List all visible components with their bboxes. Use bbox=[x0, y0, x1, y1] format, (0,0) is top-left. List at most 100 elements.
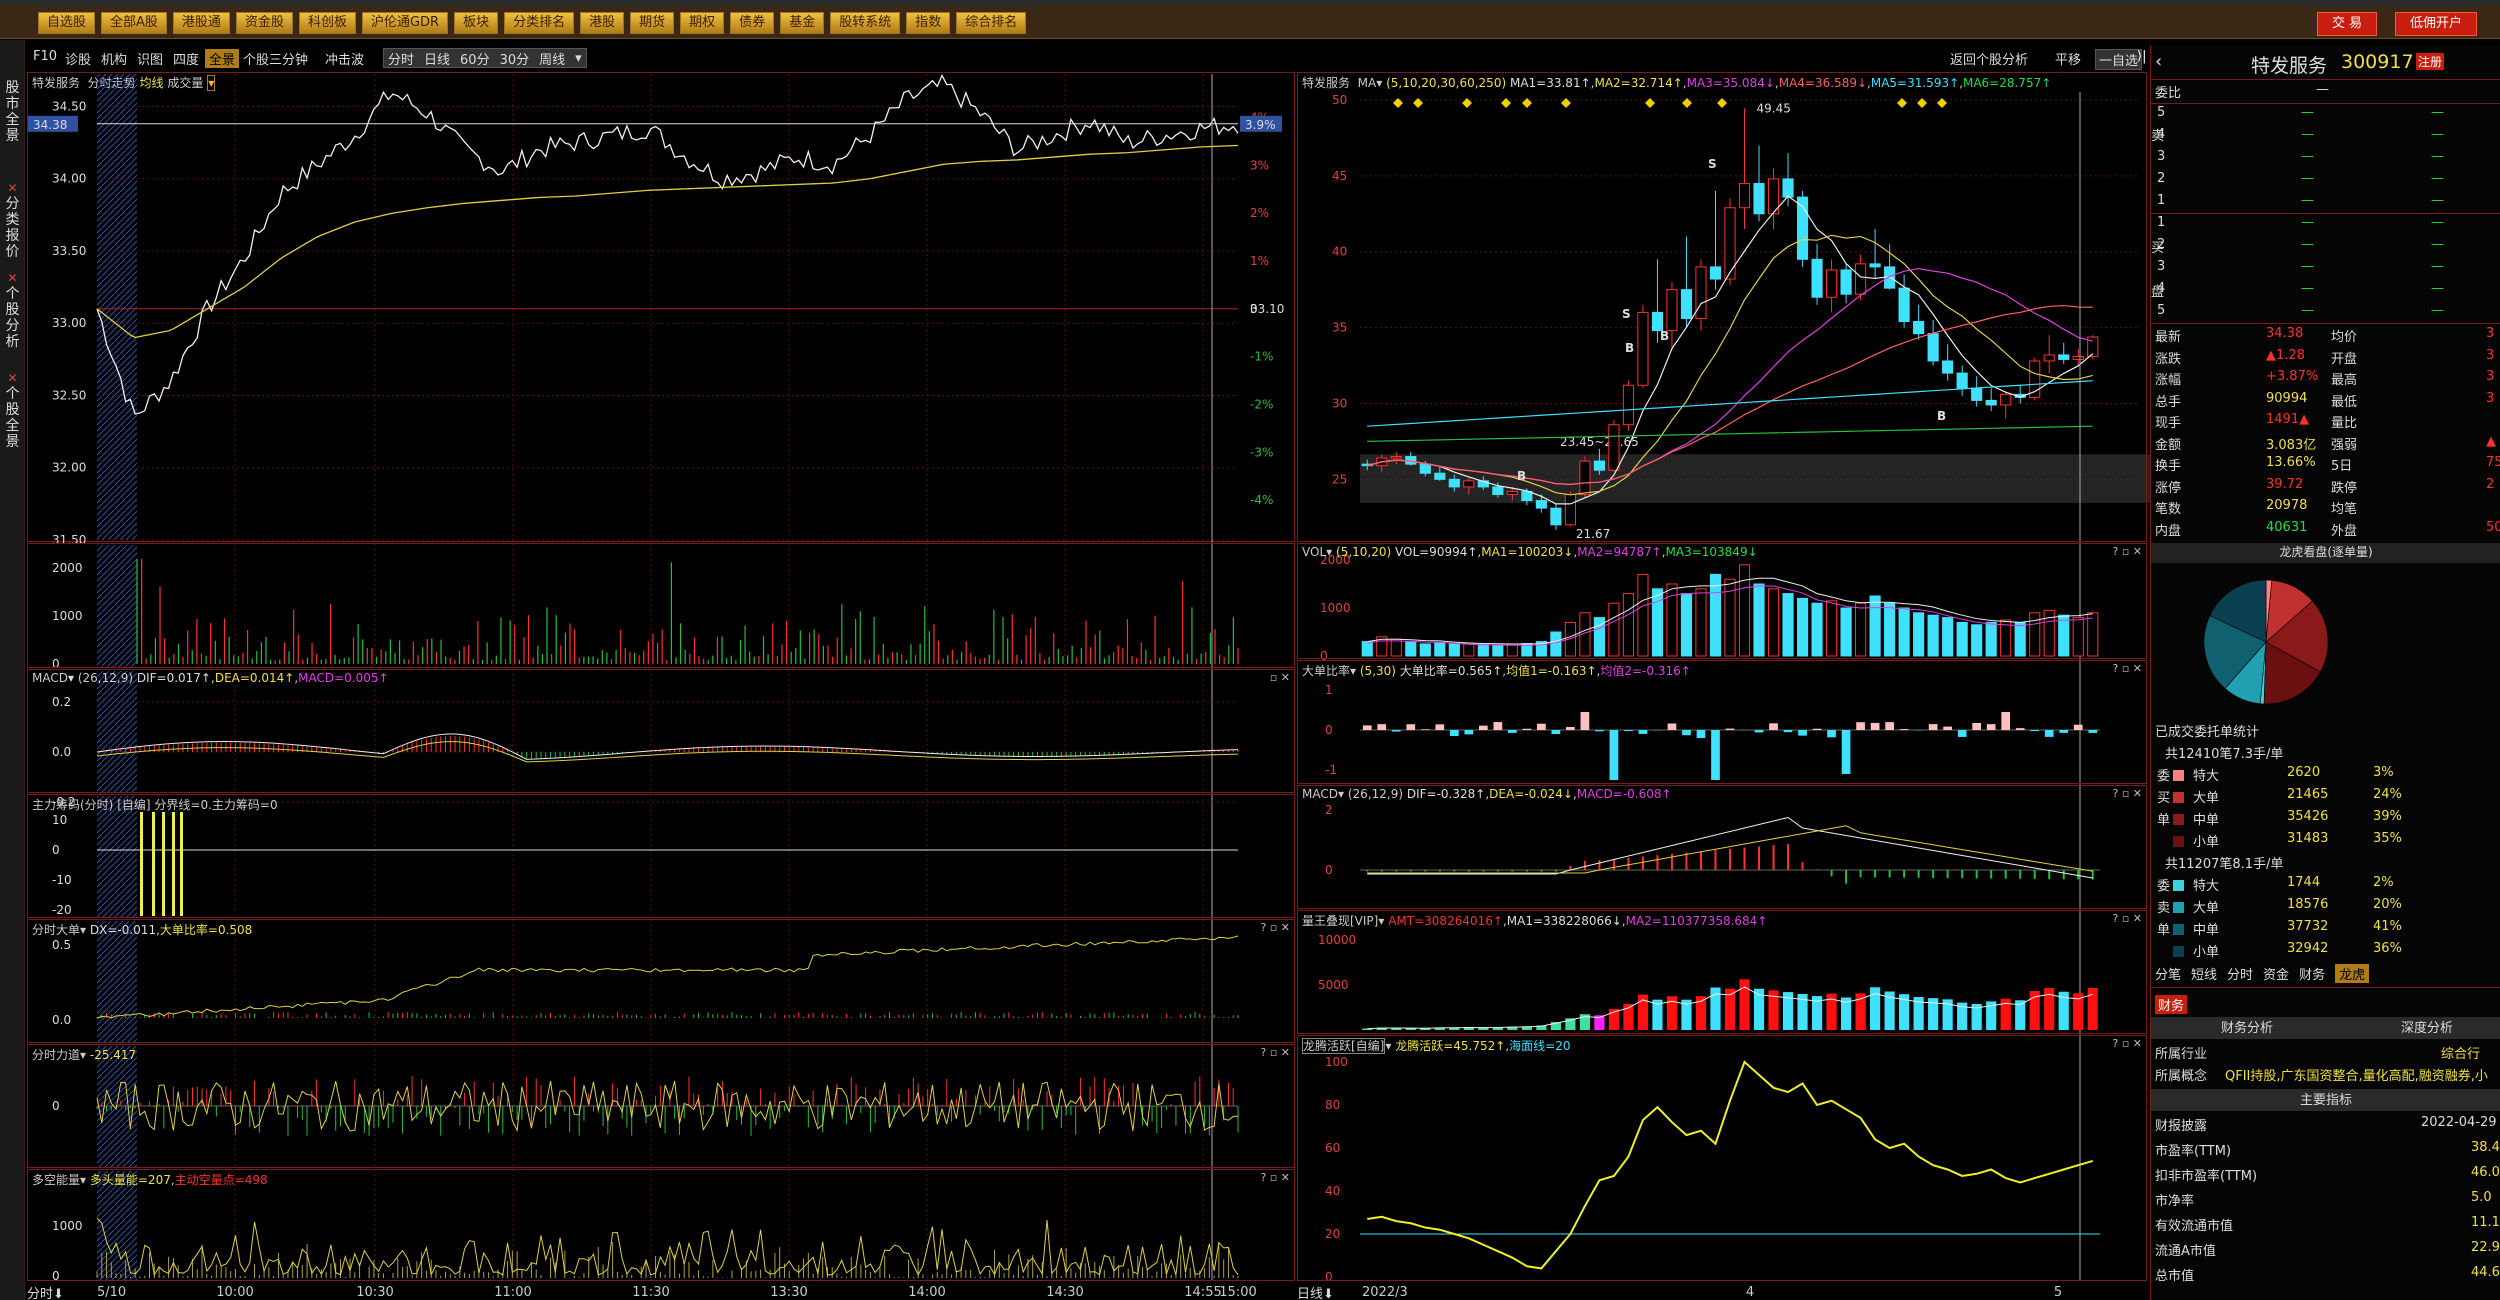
stat-label-2: 最高 bbox=[2331, 373, 2358, 388]
buy-stat-pct: 3% bbox=[2373, 765, 2394, 780]
sell-stat-side-char: 卖 bbox=[2157, 901, 2171, 916]
panel-window-controls[interactable]: ? ▫ ✕ bbox=[2112, 912, 2142, 925]
bigratio-avg2: 均值2=-0.316↑ bbox=[1600, 664, 1691, 678]
daily-macd-dea: DEA=-0.024↓ bbox=[1489, 787, 1573, 801]
ask-row-2: 3 — — bbox=[2151, 149, 2500, 171]
panel-window-controls[interactable]: ? ▫ ✕ bbox=[2112, 787, 2142, 800]
bid-side-label: 买 bbox=[2151, 237, 2171, 256]
commission-title: 已成交委托单统计 bbox=[2155, 725, 2260, 740]
stat-label: 涨停 bbox=[2155, 480, 2182, 496]
bigorder-ratio: 大单比率=0.508 bbox=[159, 923, 253, 937]
concept-label: 所属概念 bbox=[2155, 1069, 2208, 1084]
force-header: 分时力道▾ -25.417 bbox=[32, 1048, 137, 1062]
bid-price: — bbox=[2301, 237, 2314, 252]
panel-window-controls[interactable]: ? ▫ ✕ bbox=[1260, 1171, 1290, 1184]
daily-amt-panel: 量王叠现[VIP]▾ AMT=308264016↑,MA1=338228066↓… bbox=[1297, 910, 2147, 1034]
quote-tab-2[interactable]: 分时 bbox=[2227, 964, 2253, 983]
intraday-bigorder-panel: 分时大单▾ DX=-0.011,大单比率=0.508 ? ▫ ✕ bbox=[27, 919, 1295, 1043]
stat-value: 34.38 bbox=[2266, 326, 2304, 341]
finance-tab[interactable]: 财务 bbox=[2155, 995, 2188, 1014]
ask-volume: — bbox=[2431, 105, 2444, 120]
time-label-2: 10:30 bbox=[356, 1285, 393, 1300]
stat-label: 总手 bbox=[2155, 394, 2182, 410]
main-index-title: 主要指标 bbox=[2299, 1093, 2352, 1108]
ma6-value: MA6=28.757↑ bbox=[1962, 76, 2052, 90]
y-right-tick-7: -2% bbox=[1250, 397, 1273, 411]
buy-total-row: 共12410笔7.3手/单 bbox=[2151, 743, 2500, 765]
bigratio-name: 大单比率 bbox=[1302, 664, 1351, 678]
sell-stat-pct: 36% bbox=[2373, 941, 2402, 956]
time-label-8: 14:55 bbox=[1184, 1285, 1221, 1300]
sell-stat-size: 小单 bbox=[2193, 945, 2220, 960]
stat-row-8: 笔数 20978 均笔 bbox=[2151, 498, 2500, 520]
date-label-1: 4 bbox=[1746, 1285, 1754, 1300]
sell-total-row: 共11207笔8.1手/单 bbox=[2151, 853, 2500, 875]
quote-tab-0[interactable]: 分笔 bbox=[2155, 964, 2181, 983]
ma-params: (5,10,20,30,60,250) bbox=[1386, 76, 1507, 90]
stat-label-2: 最低 bbox=[2331, 394, 2358, 410]
finance-subtabs: 财务分析 深度分析 bbox=[2151, 1017, 2500, 1039]
bid-volume: — bbox=[2431, 303, 2444, 318]
ma5-value: MA5=31.593↑ bbox=[1870, 76, 1960, 90]
quote-tab-4[interactable]: 财务 bbox=[2299, 964, 2325, 983]
date-label-2: 5 bbox=[2054, 1285, 2062, 1300]
panel-window-controls[interactable]: ? ▫ ✕ bbox=[2112, 662, 2142, 675]
stat-label: 内盘 bbox=[2155, 523, 2182, 539]
quote-tab-1[interactable]: 短线 bbox=[2191, 964, 2217, 983]
buy-stat-legend-swatch bbox=[2173, 836, 2184, 847]
fin-row-3: 市净率 5.0 bbox=[2151, 1190, 2500, 1212]
stat-row-4: 现手 1491▲ 量比 bbox=[2151, 412, 2500, 434]
registration-badge: 注册 bbox=[2416, 53, 2445, 70]
fin-label: 流通A市值 bbox=[2155, 1244, 2216, 1259]
panel-window-controls[interactable]: ? ▫ ✕ bbox=[1260, 1046, 1290, 1059]
panel-window-controls[interactable]: ? ▫ ✕ bbox=[2112, 1037, 2142, 1050]
sell-stat-row-1: 卖 大单 18576 20% bbox=[2151, 897, 2500, 919]
dragon-value: 龙腾活跃=45.752↑ bbox=[1395, 1039, 1506, 1053]
chevron-down-icon: ⬇ bbox=[53, 1287, 64, 1300]
sell-stat-volume: 18576 bbox=[2287, 897, 2329, 912]
stat-value: 1491▲ bbox=[2266, 412, 2310, 427]
quote-title: ‹ 特发服务 300917 注册 bbox=[2151, 49, 2500, 77]
bid-side-text: 买 bbox=[2151, 241, 2165, 256]
stat-value-2: 3 bbox=[2486, 326, 2495, 341]
ask-row-0: 5 — — bbox=[2151, 105, 2500, 127]
buy-stat-size: 中单 bbox=[2193, 813, 2220, 828]
deep-analysis-tab[interactable]: 深度分析 bbox=[2401, 1017, 2453, 1036]
stat-value-2: 2 bbox=[2486, 476, 2495, 492]
bigorder-header: 分时大单▾ DX=-0.011,大单比率=0.508 bbox=[32, 923, 253, 937]
sell-stat-pct: 20% bbox=[2373, 897, 2402, 912]
panel-window-controls[interactable]: ▫ ✕ bbox=[1270, 671, 1290, 684]
stat-label-2: 量比 bbox=[2331, 416, 2358, 431]
fin-row-2: 扣非市盈率(TTM) 46.0 bbox=[2151, 1165, 2500, 1187]
y-right-tick-4: 1% bbox=[1250, 254, 1269, 268]
stat-row-5: 金额 3.083亿 强弱 ▲ bbox=[2151, 434, 2500, 456]
fin-value: 46.0 bbox=[2471, 1165, 2500, 1180]
y-left-tick-5: 32.00 bbox=[52, 461, 86, 475]
buy-stat-legend-swatch bbox=[2173, 814, 2184, 825]
quote-panel: ‹ 特发服务 300917 注册 委比 — 龙虎看盘(逐单量) 已成交委托单统计 … bbox=[2150, 45, 2500, 1300]
time-label-5: 13:30 bbox=[770, 1285, 807, 1300]
quote-tab-dragon[interactable]: 龙虎 bbox=[2335, 963, 2370, 983]
sell-stat-size: 中单 bbox=[2193, 923, 2220, 938]
stat-value: 90994 bbox=[2266, 390, 2308, 406]
back-arrow-icon[interactable]: ‹ bbox=[2155, 51, 2162, 72]
fin-value: 5.0 bbox=[2471, 1190, 2492, 1205]
y-left-tick-4: 32.50 bbox=[52, 388, 86, 402]
intraday-macd-header: MACD▾ (26,12,9) DIF=0.017↑,DEA=0.014↑,MA… bbox=[32, 671, 389, 685]
intraday-axis-label[interactable]: 分时⬇ bbox=[27, 1283, 97, 1300]
panel-window-controls[interactable]: ? ▫ ✕ bbox=[1260, 921, 1290, 934]
sell-stat-row-2: 单 中单 37732 41% bbox=[2151, 919, 2500, 941]
sell-stat-pct: 2% bbox=[2373, 875, 2394, 890]
panel-window-controls[interactable]: ? ▫ ✕ bbox=[2112, 545, 2142, 558]
time-label-6: 14:00 bbox=[908, 1285, 945, 1300]
daily-macd-dif: DIF=-0.328↑ bbox=[1406, 787, 1486, 801]
finance-analysis-tab[interactable]: 财务分析 bbox=[2221, 1017, 2273, 1036]
quote-tab-3[interactable]: 资金 bbox=[2263, 964, 2289, 983]
daily-kline-panel[interactable]: 特发服务 MA▾ (5,10,20,30,60,250) MA1=33.81↑,… bbox=[1297, 72, 2147, 542]
daily-dragon-panel: 龙腾活跃[自编]▾ 龙腾活跃=45.752↑,海面线=20 ? ▫ ✕ bbox=[1297, 1035, 2147, 1281]
sell-stat-row-0: 委 特大 1744 2% bbox=[2151, 875, 2500, 897]
daily-axis-label[interactable]: 日线⬇ bbox=[1297, 1283, 1367, 1300]
daily-axis-label-text: 日线 bbox=[1297, 1287, 1324, 1300]
daily-macd-value: MACD=-0.608↑ bbox=[1576, 787, 1672, 801]
fin-label: 有效流通市值 bbox=[2155, 1219, 2234, 1234]
